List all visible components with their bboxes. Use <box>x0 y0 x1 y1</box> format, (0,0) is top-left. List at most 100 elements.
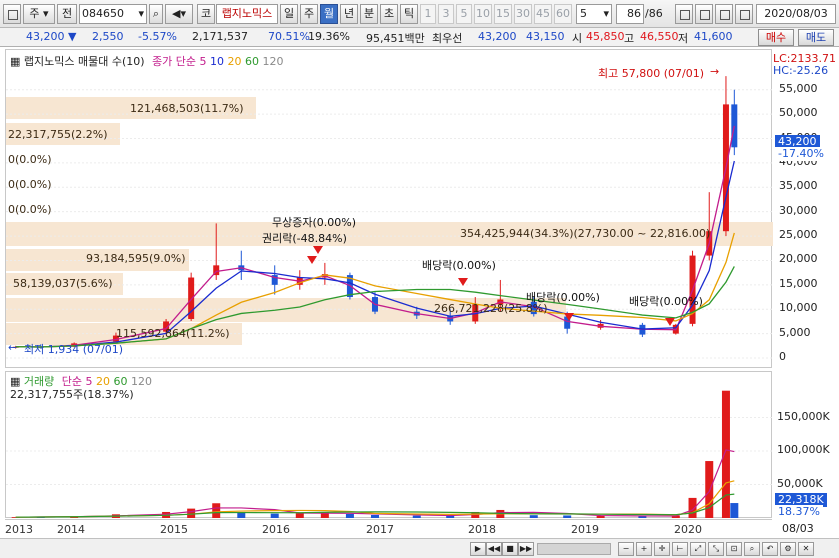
settings-icon[interactable]: ⚙ <box>780 542 796 556</box>
expand-icon[interactable] <box>695 4 713 24</box>
volume-tick-label: 100,000K <box>777 443 830 456</box>
stock-code-value: 084650 <box>82 7 124 20</box>
period-second-button[interactable]: 초 <box>380 4 398 24</box>
magnify-icon[interactable]: ⌕ <box>744 542 760 556</box>
period-week-button[interactable]: 주 <box>300 4 318 24</box>
volume-profile-label: 0(0.0%) <box>8 203 52 216</box>
interval-30-button[interactable]: 30 <box>514 4 532 24</box>
price-tick-label: 55,000 <box>779 81 818 95</box>
x-tick-label: 2019 <box>571 523 599 536</box>
ruler-icon[interactable]: ⊢ <box>672 542 688 556</box>
x-tick-label: 2015 <box>160 523 188 536</box>
price-tick-label: 0 <box>779 350 786 363</box>
volume-bar <box>270 513 279 518</box>
period-day-button[interactable]: 일 <box>280 4 298 24</box>
zoom-in-icon[interactable]: + <box>636 542 652 556</box>
volume-chart-pane[interactable]: ▦ 거래량 단순 5 20 60 120 22,317,755주(18.37%) <box>5 371 773 518</box>
interval-15-button[interactable]: 15 <box>494 4 512 24</box>
count-total: /86 <box>645 7 663 20</box>
event-dividend-ex: 배당락(0.00%) <box>629 295 703 308</box>
lock-icon[interactable]: ⊡ <box>726 542 742 556</box>
interval-1-button[interactable]: 1 <box>420 4 436 24</box>
volume-bar <box>370 514 379 518</box>
current-rate-tag: -17.40% <box>775 147 827 161</box>
sell-button[interactable]: 매도 <box>798 29 834 46</box>
volume-chart-svg <box>6 390 773 518</box>
best-ask: 43,200 <box>478 30 517 43</box>
interval-10-button[interactable]: 10 <box>474 4 492 24</box>
undo-icon[interactable]: ↶ <box>762 542 778 556</box>
kor-button[interactable]: 코 <box>197 4 215 24</box>
play-back-icon[interactable]: ▶ <box>470 542 486 556</box>
shrink-icon[interactable]: ⤡ <box>708 542 724 556</box>
interval-45-button[interactable]: 45 <box>534 4 552 24</box>
x-tick-label: 2017 <box>366 523 394 536</box>
price-tick-label: 25,000 <box>779 228 818 242</box>
open-label: 시 <box>572 32 583 45</box>
price-tick-label: 35,000 <box>779 179 818 193</box>
period-year-button[interactable]: 년 <box>340 4 358 24</box>
interval-60-button[interactable]: 60 <box>554 4 572 24</box>
volume-tick-label: 50,000K <box>777 476 823 490</box>
volume-bar <box>688 497 697 518</box>
volume-value: 2,171,537 <box>192 30 248 43</box>
x-tick-label: 2016 <box>262 523 290 536</box>
interval-5-button[interactable]: 5 <box>456 4 472 24</box>
period-value-select[interactable]: 5 ▾ <box>576 4 612 24</box>
price-tick-label: 10,000 <box>779 301 818 315</box>
rewind-icon[interactable]: ◀◀ <box>486 542 502 556</box>
period-minute-button[interactable]: 분 <box>360 4 378 24</box>
price-chart-pane[interactable]: ▦ 랩지노믹스 매물대 수(10) 종가 단순 5 10 20 60 120 1… <box>5 49 773 368</box>
event-bonus-issue: 무상증자(0.00%) <box>272 216 357 229</box>
grid-icon[interactable] <box>675 4 693 24</box>
close-icon[interactable]: ✕ <box>798 542 814 556</box>
forward-icon[interactable]: ▶▶ <box>518 542 534 556</box>
save-icon[interactable] <box>715 4 733 24</box>
best-ask-label: 최우선 <box>432 32 463 45</box>
hc-label: HC:-25.26 <box>773 64 829 77</box>
code-type-select[interactable]: 주 ▾ <box>23 4 55 24</box>
stop-icon[interactable]: ■ <box>502 542 518 556</box>
date-input[interactable]: 2020/08/03 <box>756 4 836 24</box>
change-amount: 2,550 <box>92 30 124 43</box>
open-price: 45,850 <box>586 30 625 43</box>
event-arrow-icon <box>564 313 574 321</box>
period-month-button[interactable]: 월 <box>320 4 338 24</box>
search-icon[interactable]: ⌕ <box>149 4 163 24</box>
volume-bar <box>596 515 605 518</box>
period-tick-button[interactable]: 틱 <box>400 4 418 24</box>
volume-rate-tag: 18.37% <box>775 505 823 519</box>
price-tick-label: 50,000 <box>779 106 818 120</box>
volume-bar <box>345 513 354 518</box>
gear-icon[interactable] <box>735 4 753 24</box>
x-tick-label: 2014 <box>57 523 85 536</box>
volume-profile-label: 354,425,944(34.3%)(27,730.00 ~ 22,816.00… <box>460 227 711 240</box>
zoom-out-icon[interactable]: − <box>618 542 634 556</box>
price-chart-svg <box>6 76 773 359</box>
volume-profile-label: 115,592,864(11.2%) <box>116 327 230 340</box>
high-label: 고 <box>624 32 635 45</box>
volume-profile-label: 0(0.0%) <box>8 153 52 166</box>
price-tick-label: 15,000 <box>779 276 818 290</box>
expand-icon[interactable]: ⤢ <box>690 542 706 556</box>
event-arrow-icon <box>665 318 675 326</box>
high-price: 46,550 <box>640 30 679 43</box>
volume-bar <box>212 503 221 518</box>
scrollbar[interactable] <box>537 543 611 555</box>
chart-menu-icon[interactable] <box>3 4 21 24</box>
stock-code-input[interactable]: 084650 ▾ <box>79 4 147 24</box>
volume-bar <box>446 515 455 518</box>
speaker-icon[interactable]: ◀▾ <box>165 4 193 24</box>
count-input[interactable]: 86 <box>616 4 644 24</box>
volume-profile-label: 121,468,503(11.7%) <box>130 102 244 115</box>
interval-3-button[interactable]: 3 <box>438 4 454 24</box>
buy-button[interactable]: 매수 <box>758 29 794 46</box>
price-axis: LC:2133.71 HC:-25.26 55,00050,00045,0004… <box>773 49 839 368</box>
volume-bar <box>412 515 421 518</box>
crosshair-icon[interactable]: ✛ <box>654 542 670 556</box>
price-tick-label: 30,000 <box>779 203 818 217</box>
volume-bar <box>295 513 304 518</box>
event-arrow-icon <box>458 278 468 286</box>
volume-bar <box>187 508 196 518</box>
previous-button[interactable]: 전 <box>57 4 77 24</box>
